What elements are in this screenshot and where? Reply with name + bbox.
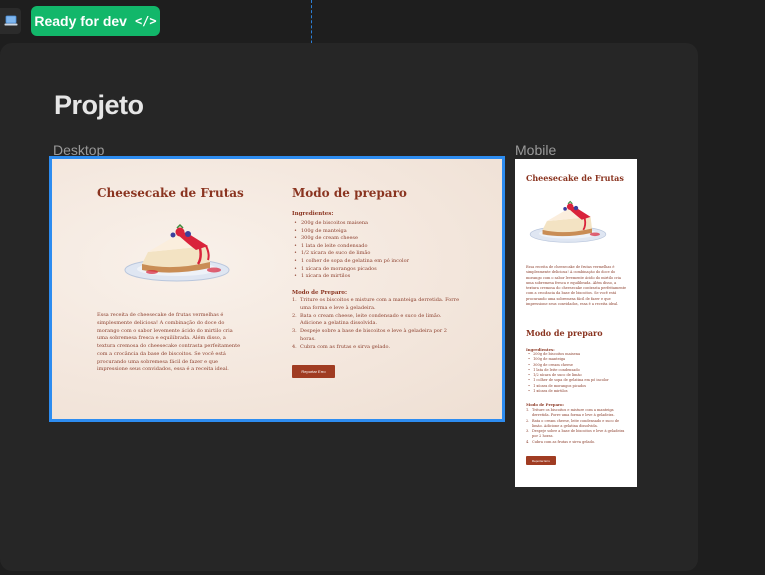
report-error-button[interactable]: Reportar Erro	[292, 365, 335, 378]
ingredients-list: 200g de biscoitos maisena 100g de mantei…	[526, 352, 609, 394]
recipe-title: Cheesecake de Frutas	[526, 173, 624, 183]
report-error-button[interactable]: Reportar Erro	[526, 456, 556, 465]
desktop-frame-label[interactable]: Desktop	[53, 142, 104, 158]
ingredients-heading: Ingredientes:	[292, 211, 334, 217]
steps-list: 1. Triture os biscoitos e misture com a m…	[292, 297, 460, 351]
list-item: 1/2 xícara de suco de limão	[292, 250, 409, 258]
list-item: 3. Despeje sobre a base de biscoitos e le…	[526, 429, 625, 439]
method-heading: Modo de Preparo:	[526, 402, 564, 407]
mobile-frame[interactable]: Cheesecake de Frutas Essa receita de che…	[515, 159, 637, 487]
steps-list: 1. Triture os biscoitos e misture com a m…	[526, 408, 628, 445]
project-title: Projeto	[54, 90, 144, 120]
ingredients-list: 200g de biscoitos maisena 100g de mantei…	[292, 220, 409, 281]
list-item: 200g de biscoitos maisena	[292, 220, 409, 228]
list-item: 2. Bata o cream cheese, leite condensado …	[292, 312, 442, 327]
list-item: 4. Cubra com as frutas e sirva gelado.	[526, 439, 596, 444]
ready-for-dev-button[interactable]: Ready for dev </>	[31, 6, 160, 36]
list-item: 2. Bata o cream cheese, leite condensado …	[526, 418, 620, 428]
desktop-frame[interactable]: Cheesecake de Frutas Essa receita de che…	[49, 156, 505, 422]
list-item: 1 colher de sopa de gelatina em pó incol…	[526, 378, 609, 383]
prep-title: Modo de preparo	[292, 186, 407, 200]
code-icon: </>	[134, 14, 157, 28]
list-item: 100g de manteiga	[292, 228, 409, 236]
list-item: 1 xícara de mirtilos	[292, 273, 409, 281]
cheesecake-image	[124, 223, 230, 282]
recipe-description: Essa receita de cheesecake de frutas ver…	[97, 312, 241, 373]
list-item: 1 xícara de mirtilos	[526, 389, 609, 394]
list-item: 300g de cream cheese	[292, 235, 409, 243]
recipe-description: Essa receita de cheesecake de frutas ver…	[526, 265, 627, 306]
prep-title: Modo de preparo	[526, 328, 603, 338]
list-item: 1. Triture os biscoitos e misture com a m…	[292, 297, 460, 311]
recipe-title: Cheesecake de Frutas	[97, 186, 244, 200]
method-heading: Modo de Preparo:	[292, 290, 347, 296]
list-item: 1. Triture os biscoitos e misture com a m…	[526, 408, 615, 418]
laptop-icon[interactable]	[0, 8, 21, 34]
list-item: 1 colher de sopa de gelatina em pó incol…	[292, 258, 409, 266]
ready-for-dev-label: Ready for dev	[34, 13, 127, 29]
cheesecake-image	[529, 200, 607, 243]
list-item: 3. Despeje sobre a base de biscoitos e le…	[292, 328, 447, 342]
list-item: 4. Cubra com as frutas e sirva gelado.	[292, 343, 391, 350]
mobile-frame-label[interactable]: Mobile	[515, 142, 556, 158]
